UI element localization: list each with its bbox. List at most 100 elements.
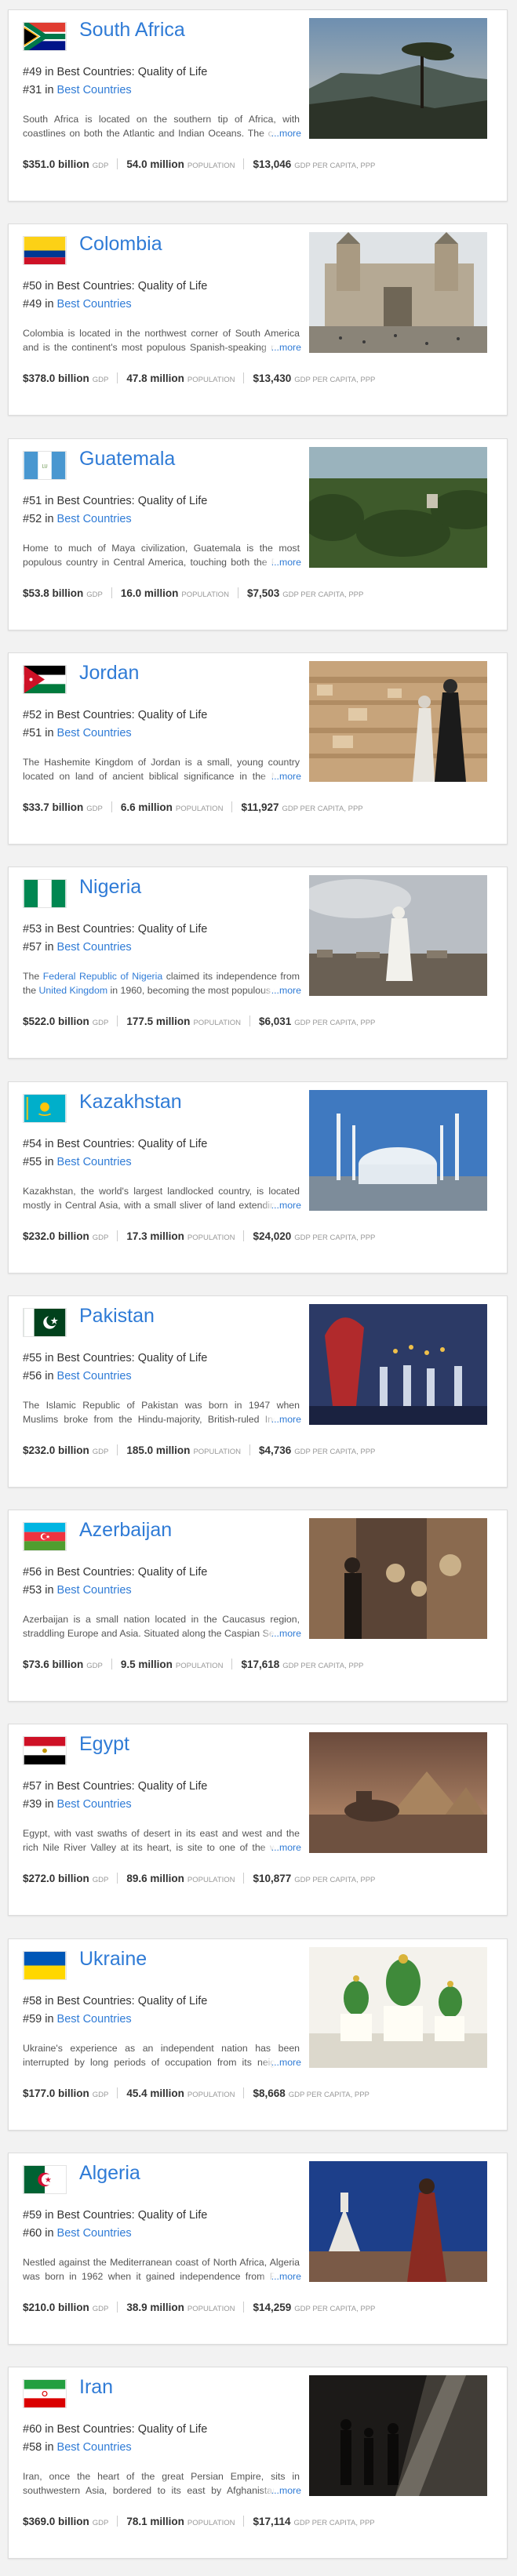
best-countries-link[interactable]: Best Countries <box>57 1798 132 1811</box>
country-name-link[interactable]: Azerbaijan <box>79 1518 172 1542</box>
more-link[interactable]: ...more <box>260 768 301 783</box>
country-name-link[interactable]: Guatemala <box>79 447 175 471</box>
stats-divider <box>117 1016 118 1027</box>
country-description: The Islamic Republic of Pakistan was bor… <box>23 1398 300 1426</box>
country-name-link[interactable]: Egypt <box>79 1732 129 1756</box>
country-card[interactable]: LU Guatemala #51 in Best Countries: Qual… <box>8 438 508 630</box>
country-photo[interactable] <box>309 1303 487 1425</box>
gdp-per-capita-value: $8,668 <box>253 2087 286 2099</box>
population-value: 38.9 million <box>126 2302 184 2313</box>
more-link[interactable]: ...more <box>260 1412 301 1426</box>
country-card[interactable]: Pakistan #55 in Best Countries: Quality … <box>8 1295 508 1488</box>
country-name-link[interactable]: South Africa <box>79 18 185 42</box>
best-countries-rank: #51 in Best Countries <box>23 726 132 740</box>
more-link[interactable]: ...more <box>260 126 301 140</box>
country-photo[interactable] <box>309 232 487 354</box>
stats-divider <box>117 1444 118 1455</box>
best-countries-link[interactable]: Best Countries <box>57 1156 132 1168</box>
country-photo[interactable] <box>309 1946 487 2068</box>
best-countries-rank: #60 in Best Countries <box>23 2226 132 2240</box>
more-link[interactable]: ...more <box>260 2483 301 2498</box>
country-card[interactable]: Kazakhstan #54 in Best Countries: Qualit… <box>8 1081 508 1273</box>
description-text: Home to much of Maya civilization, Guate… <box>23 542 300 568</box>
country-photo[interactable] <box>309 446 487 568</box>
gdp-value: $272.0 billion <box>23 1873 89 1885</box>
best-countries-link[interactable]: Best Countries <box>57 2227 132 2240</box>
more-link[interactable]: ...more <box>260 2055 301 2069</box>
population-value: 6.6 million <box>120 801 173 813</box>
country-card[interactable]: Ukraine #58 in Best Countries: Quality o… <box>8 1938 508 2131</box>
best-countries-link[interactable]: Best Countries <box>57 2013 132 2026</box>
best-countries-link[interactable]: Best Countries <box>57 298 132 311</box>
stats-row: $378.0 billion GDP 47.8 million POPULATION $… <box>23 371 493 387</box>
more-link[interactable]: ...more <box>260 2269 301 2284</box>
population-label: POPULATION <box>187 2519 235 2528</box>
stats-divider <box>249 1016 250 1027</box>
country-card[interactable]: Egypt #57 in Best Countries: Quality of … <box>8 1724 508 1917</box>
country-card[interactable]: Colombia #50 in Best Countries: Quality … <box>8 223 508 416</box>
country-photo[interactable] <box>309 18 487 139</box>
country-name-link[interactable]: Pakistan <box>79 1304 155 1328</box>
country-description: Colombia is located in the northwest cor… <box>23 326 300 354</box>
country-description: The Federal Republic of Nigeria claimed … <box>23 969 300 997</box>
country-photo[interactable] <box>309 1518 487 1640</box>
quality-of-life-rank: #58 in Best Countries: Quality of Life <box>23 1994 208 2007</box>
country-description: The Hashemite Kingdom of Jordan is a sma… <box>23 755 300 783</box>
stats-divider <box>117 158 118 169</box>
more-link[interactable]: ...more <box>260 340 301 355</box>
more-link[interactable]: ...more <box>260 1840 301 1855</box>
gdp-value: $210.0 billion <box>23 2302 89 2313</box>
country-card[interactable]: Iran #60 in Best Countries: Quality of L… <box>8 2367 508 2560</box>
best-countries-link[interactable]: Best Countries <box>57 1370 132 1382</box>
country-photo[interactable] <box>309 660 487 782</box>
quality-of-life-rank: #52 in Best Countries: Quality of Life <box>23 708 208 721</box>
best-countries-link[interactable]: Best Countries <box>57 1584 132 1597</box>
best-countries-rank-number: #59 in <box>23 2012 57 2026</box>
quality-of-life-rank: #51 in Best Countries: Quality of Life <box>23 494 208 507</box>
country-description: Kazakhstan, the world's largest landlock… <box>23 1184 300 1212</box>
more-link[interactable]: ...more <box>260 1626 301 1641</box>
country-name-link[interactable]: Kazakhstan <box>79 1090 182 1114</box>
flag-icon: LU <box>23 450 67 480</box>
country-name-link[interactable]: Colombia <box>79 232 162 256</box>
country-photo[interactable] <box>309 2161 487 2282</box>
country-photo[interactable] <box>309 1089 487 1211</box>
quality-of-life-rank: #56 in Best Countries: Quality of Life <box>23 1566 208 1579</box>
country-name-link[interactable]: Jordan <box>79 661 139 685</box>
stats-divider <box>243 2087 245 2098</box>
population-value: 185.0 million <box>126 1444 191 1456</box>
more-link[interactable]: ...more <box>260 554 301 569</box>
best-countries-link[interactable]: Best Countries <box>57 2441 132 2454</box>
population-label: POPULATION <box>193 1019 241 1028</box>
description-link[interactable]: United Kingdom <box>39 985 108 996</box>
country-name-link[interactable]: Nigeria <box>79 875 141 899</box>
stats-row: $369.0 billion GDP 78.1 million POPULATION $… <box>23 2514 493 2530</box>
description-link[interactable]: Federal Republic of Nigeria <box>43 971 162 982</box>
country-name-link[interactable]: Algeria <box>79 2161 140 2185</box>
more-link[interactable]: ...more <box>260 983 301 998</box>
country-card[interactable]: Nigeria #53 in Best Countries: Quality o… <box>8 867 508 1059</box>
country-name-link[interactable]: Ukraine <box>79 1947 147 1971</box>
country-card[interactable]: South Africa #49 in Best Countries: Qual… <box>8 9 508 202</box>
best-countries-rank-number: #60 in <box>23 2227 57 2240</box>
country-name-link[interactable]: Iran <box>79 2375 113 2399</box>
gdp-label: GDP <box>86 804 103 813</box>
population-label: POPULATION <box>187 2090 235 2099</box>
stats-divider <box>111 801 112 812</box>
stats-divider <box>117 1873 118 1884</box>
country-photo[interactable] <box>309 1732 487 1854</box>
country-photo[interactable] <box>309 875 487 997</box>
country-photo[interactable] <box>309 2375 487 2497</box>
best-countries-link[interactable]: Best Countries <box>57 84 132 96</box>
more-link[interactable]: ...more <box>260 1197 301 1212</box>
country-card[interactable]: Azerbaijan #56 in Best Countries: Qualit… <box>8 1510 508 1702</box>
country-card[interactable]: Algeria #59 in Best Countries: Quality o… <box>8 2153 508 2345</box>
country-card[interactable]: Jordan #52 in Best Countries: Quality of… <box>8 652 508 845</box>
gdp-per-capita-label: GDP PER CAPITA, PPP <box>288 2090 370 2099</box>
best-countries-rank-number: #56 in <box>23 1369 57 1382</box>
best-countries-link[interactable]: Best Countries <box>57 513 132 525</box>
best-countries-link[interactable]: Best Countries <box>57 941 132 954</box>
best-countries-rank-number: #49 in <box>23 298 57 311</box>
best-countries-link[interactable]: Best Countries <box>57 727 132 739</box>
best-countries-rank: #57 in Best Countries <box>23 940 132 954</box>
